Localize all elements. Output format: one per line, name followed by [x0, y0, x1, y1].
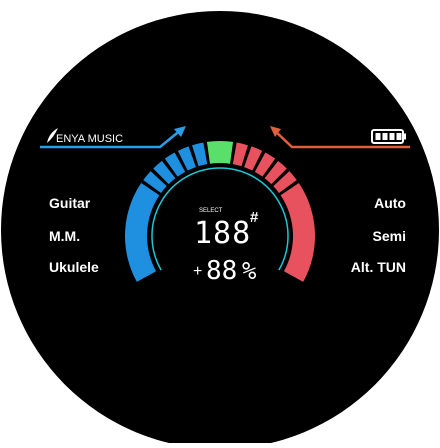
brand-name: ENYA MUSIC — [56, 133, 123, 145]
mode-auto[interactable]: Auto — [374, 195, 406, 211]
tuner-screen: ENYA MUSIC SELECT 188 # + 88 % Guitar M.… — [0, 0, 440, 448]
select-label: SELECT — [199, 208, 223, 214]
note-display: 188 — [194, 216, 251, 251]
meter-segment-in-tune — [206, 140, 234, 164]
tuner-dial: ENYA MUSIC SELECT 188 # + 88 % — [1, 11, 439, 448]
instrument-mm[interactable]: M.M. — [49, 228, 80, 244]
cents-unit: % — [242, 257, 257, 285]
cents-sign: + — [193, 263, 202, 280]
mode-alt-tun[interactable]: Alt. TUN — [351, 259, 406, 275]
accidental-sharp: # — [250, 209, 259, 226]
mode-semi[interactable]: Semi — [373, 228, 406, 244]
instrument-ukulele[interactable]: Ukulele — [49, 259, 99, 275]
cents-display: 88 — [206, 256, 237, 286]
instrument-guitar[interactable]: Guitar — [49, 195, 90, 211]
